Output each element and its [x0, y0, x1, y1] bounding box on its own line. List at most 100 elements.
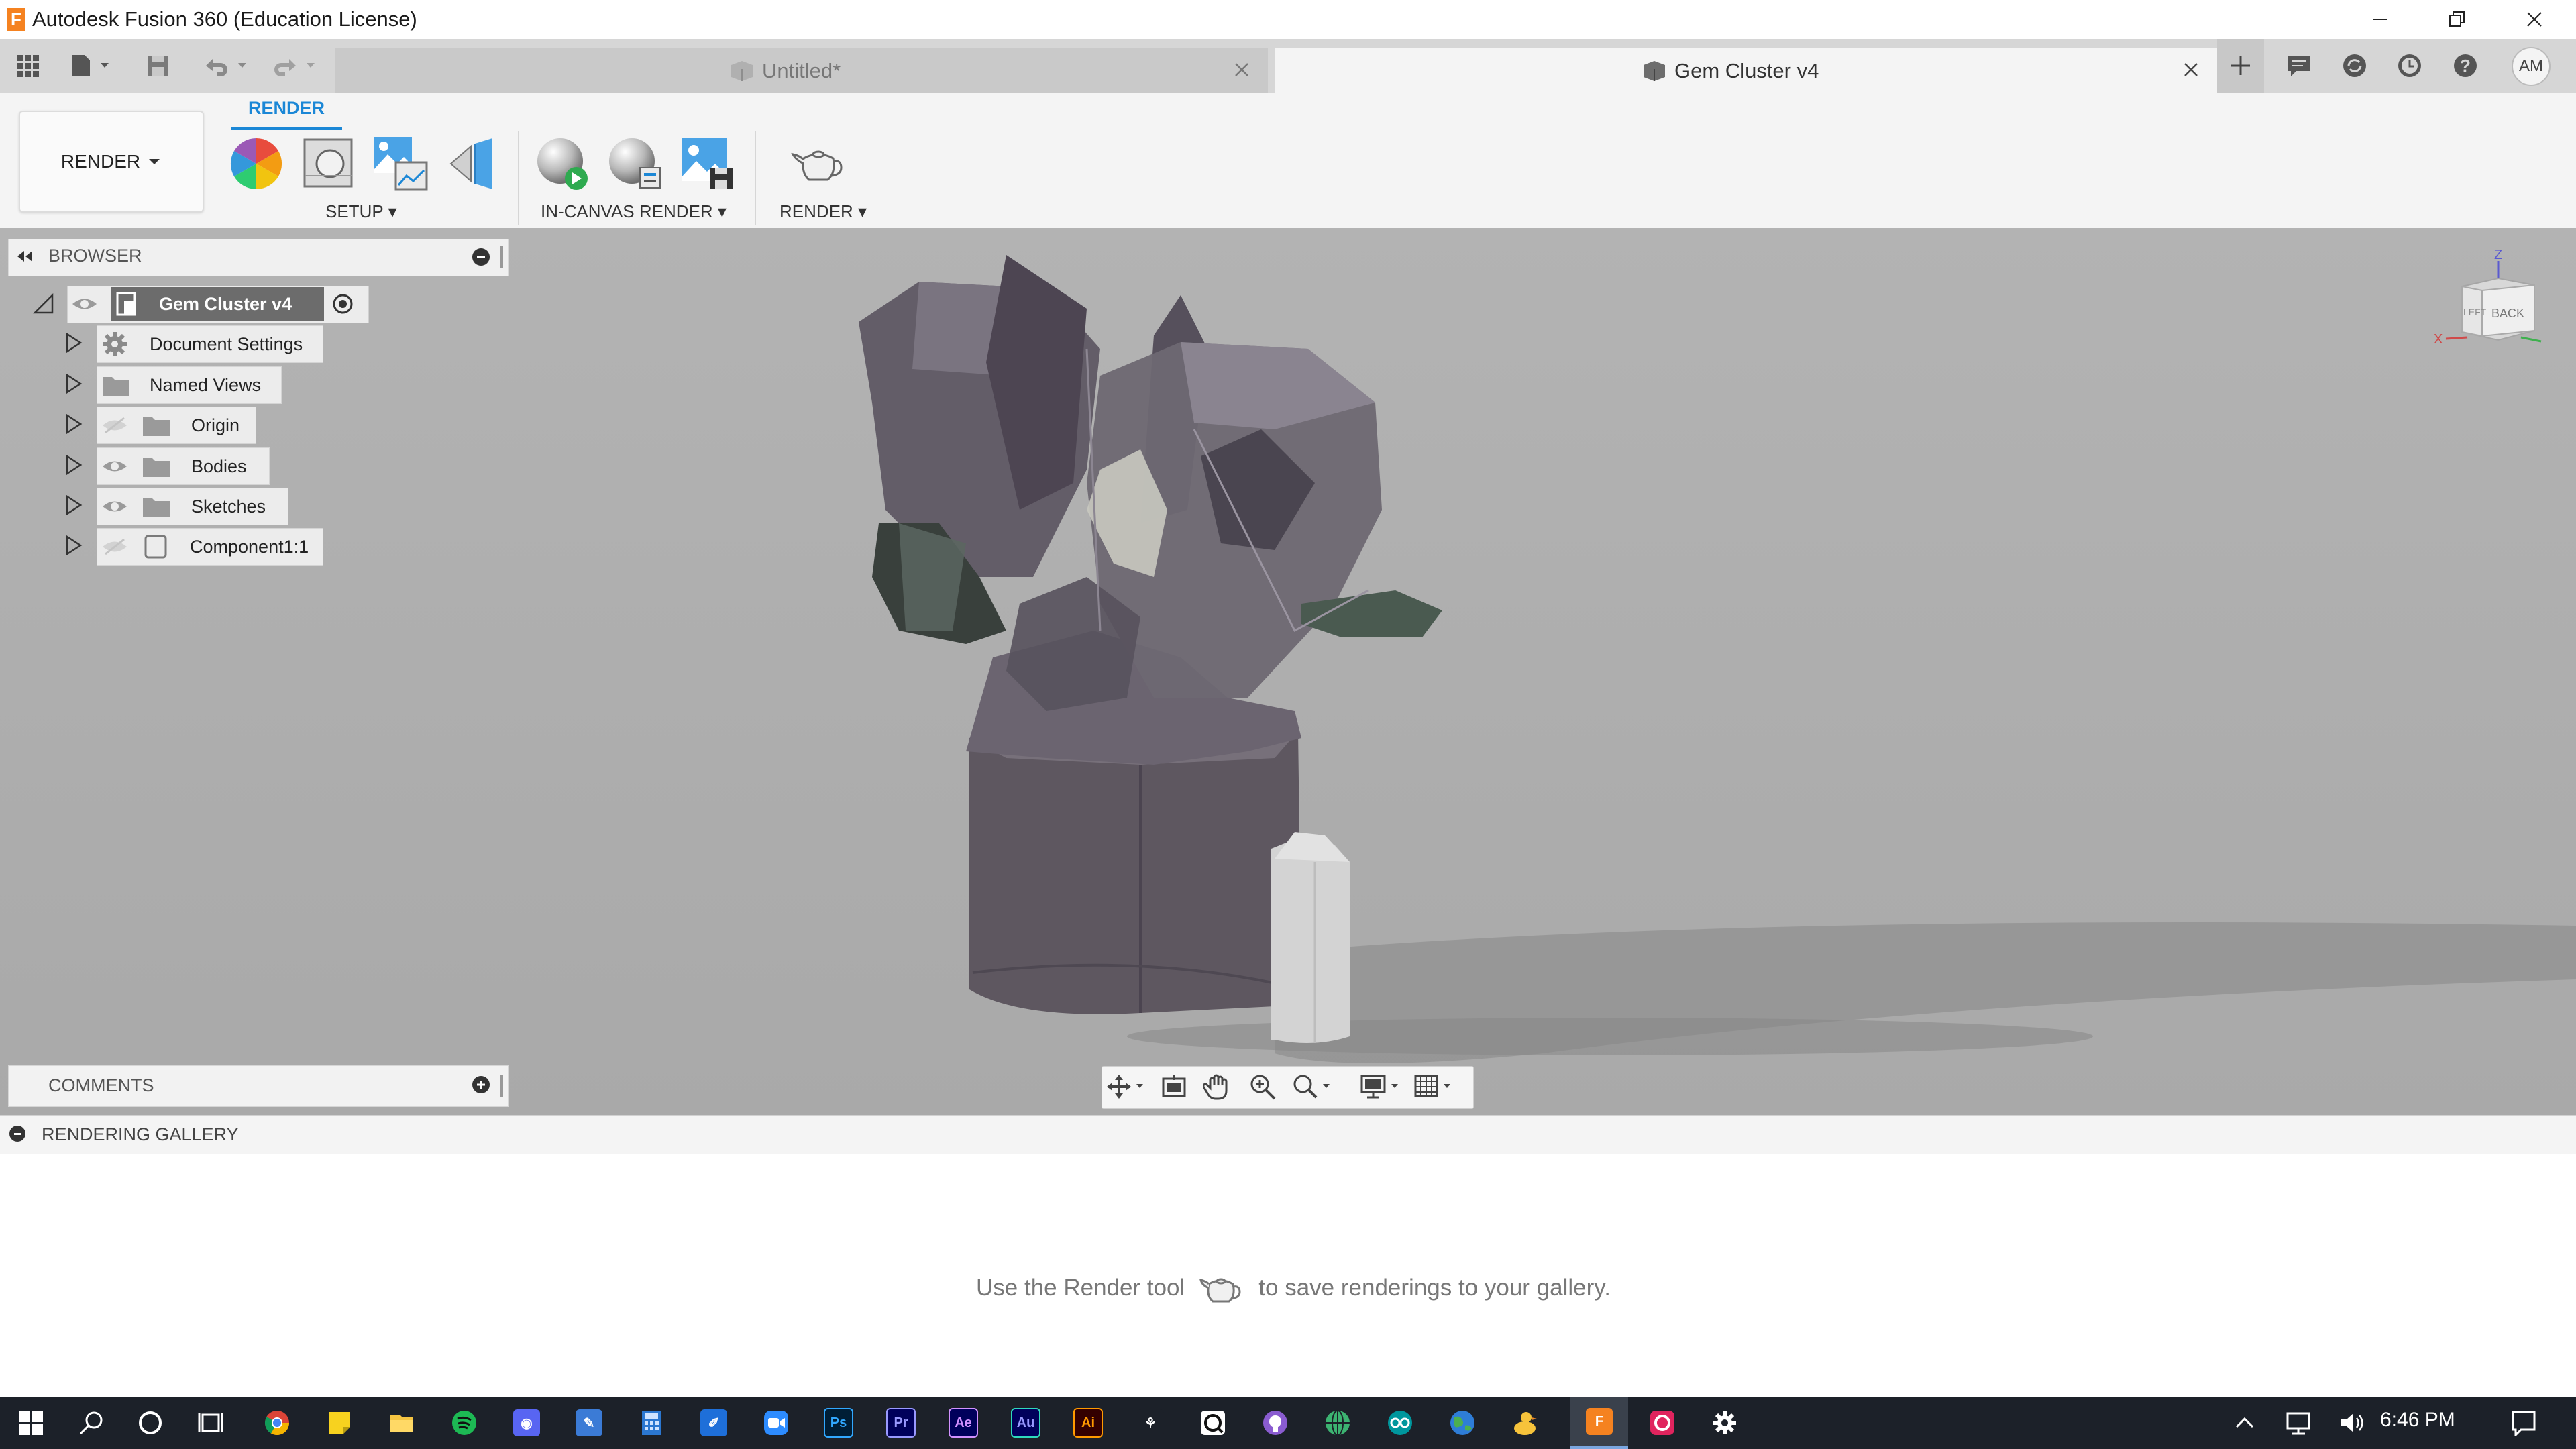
taskbar-app-github[interactable]	[1244, 1397, 1306, 1449]
taskbar-app-browser[interactable]	[1432, 1397, 1493, 1449]
taskbar-app-audition[interactable]: Au	[995, 1397, 1057, 1449]
tree-expander[interactable]	[63, 331, 83, 354]
canvas-viewport[interactable]	[0, 228, 2576, 1115]
task-view-button[interactable]	[180, 1397, 241, 1449]
visibility-eye-icon[interactable]	[101, 458, 128, 475]
close-button[interactable]	[2496, 0, 2573, 39]
tree-root-expander[interactable]	[32, 292, 55, 315]
file-menu-button[interactable]	[64, 39, 117, 93]
taskbar-app-sketchbook[interactable]: ✐	[683, 1397, 745, 1449]
data-panel-button[interactable]	[7, 39, 48, 93]
tab-render[interactable]: RENDER	[231, 98, 342, 119]
taskbar-app-camera[interactable]	[1182, 1397, 1244, 1449]
taskbar-app-spotify[interactable]	[433, 1397, 495, 1449]
in-canvas-render-settings-button[interactable]	[605, 134, 664, 193]
taskbar-app-photoshop[interactable]: Ps	[808, 1397, 869, 1449]
taskbar-clock[interactable]: 6:46 PM	[2380, 1409, 2455, 1432]
render-button[interactable]	[789, 134, 848, 193]
tab-untitled[interactable]: Untitled*	[335, 48, 1268, 93]
close-tab-icon[interactable]	[1230, 58, 1253, 81]
taskbar-app-calculator[interactable]	[621, 1397, 682, 1449]
pan-button[interactable]	[1203, 1072, 1233, 1102]
workspace-selector[interactable]: RENDER	[19, 111, 204, 213]
visibility-eye-icon[interactable]	[101, 498, 128, 515]
save-button[interactable]	[138, 39, 178, 93]
taskbar-app-creative-cloud[interactable]	[1631, 1397, 1693, 1449]
hidden-eye-icon[interactable]	[101, 417, 128, 434]
cortana-button[interactable]	[119, 1397, 181, 1449]
taskbar-app-settings[interactable]	[1694, 1397, 1756, 1449]
gem-cluster-model[interactable]	[0, 228, 2576, 1115]
taskbar-app-acrobat[interactable]: ⚘	[1120, 1397, 1181, 1449]
viewcube[interactable]: Z X BACK LEFT	[2434, 248, 2548, 352]
viewcube-face-back[interactable]: BACK	[2491, 307, 2524, 321]
look-at-button[interactable]	[1159, 1073, 1189, 1100]
taskbar-app-file-explorer[interactable]	[371, 1397, 433, 1449]
collapse-browser-button[interactable]	[15, 248, 35, 264]
gallery-collapse-button[interactable]	[9, 1126, 25, 1142]
tree-expander[interactable]	[63, 453, 83, 476]
tree-item-named-views[interactable]: Named Views	[97, 366, 282, 404]
minimize-button[interactable]	[2341, 0, 2418, 39]
in-canvas-render-button[interactable]	[533, 134, 592, 193]
notifications-button[interactable]	[2275, 39, 2322, 93]
tree-expander[interactable]	[63, 494, 83, 517]
viewcube-face-left[interactable]: LEFT	[2463, 307, 2486, 317]
grid-settings-button[interactable]	[1413, 1072, 1456, 1102]
tree-expander[interactable]	[63, 413, 83, 435]
taskbar-app-zoom[interactable]	[745, 1397, 807, 1449]
help-button[interactable]: ?	[2442, 39, 2489, 93]
taskbar-app-arduino[interactable]	[1369, 1397, 1431, 1449]
zoom-button[interactable]	[1248, 1072, 1277, 1102]
tree-expander[interactable]	[63, 534, 83, 557]
tree-item-origin[interactable]: Origin	[97, 407, 256, 444]
orbit-button[interactable]	[1106, 1073, 1146, 1100]
history-button[interactable]	[2386, 39, 2433, 93]
volume-button[interactable]	[2325, 1397, 2379, 1449]
appearance-button[interactable]	[227, 134, 286, 193]
tree-item-document-settings[interactable]: Document Settings	[97, 325, 323, 363]
display-settings-button[interactable]	[1359, 1072, 1402, 1102]
taskbar-app-fusion[interactable]: F	[1570, 1397, 1628, 1449]
visibility-eye-icon[interactable]	[71, 295, 98, 313]
in-canvas-render-group-label[interactable]: IN-CANVAS RENDER ▾	[541, 201, 727, 222]
texture-map-button[interactable]	[372, 134, 431, 193]
add-comment-button[interactable]	[472, 1076, 490, 1093]
tab-gem-cluster[interactable]: Gem Cluster v4	[1275, 48, 2217, 93]
tree-item-component[interactable]: Component1:1	[97, 528, 323, 566]
close-tab-icon[interactable]	[2180, 58, 2202, 81]
start-button[interactable]	[0, 1397, 62, 1449]
action-center-button[interactable]	[2490, 1397, 2557, 1449]
panel-grip[interactable]	[500, 246, 503, 268]
taskbar-app-web[interactable]	[1307, 1397, 1368, 1449]
tree-item-sketches[interactable]: Sketches	[97, 488, 288, 525]
taskbar-app-premiere[interactable]: Pr	[870, 1397, 932, 1449]
taskbar-app-paint[interactable]: ✎	[558, 1397, 620, 1449]
tree-root-label-box[interactable]: Gem Cluster v4	[111, 287, 324, 321]
hidden-eye-icon[interactable]	[101, 538, 128, 555]
tree-item-bodies[interactable]: Bodies	[97, 447, 270, 485]
capture-image-button[interactable]	[678, 134, 737, 193]
undo-button[interactable]	[195, 39, 255, 93]
new-tab-button[interactable]	[2217, 39, 2264, 93]
restore-button[interactable]	[2418, 0, 2496, 39]
activate-component-radio[interactable]	[331, 292, 354, 315]
account-avatar[interactable]: AM	[2512, 47, 2551, 86]
search-button[interactable]	[60, 1397, 122, 1449]
show-hidden-icons-button[interactable]	[2218, 1397, 2271, 1449]
redo-button[interactable]	[263, 39, 323, 93]
taskbar-app-after-effects[interactable]: Ae	[932, 1397, 994, 1449]
render-group-label[interactable]: RENDER ▾	[780, 201, 867, 222]
panel-grip[interactable]	[500, 1075, 503, 1097]
network-button[interactable]	[2271, 1397, 2325, 1449]
fit-button[interactable]	[1291, 1072, 1334, 1102]
browser-minimize-button[interactable]	[472, 248, 490, 266]
setup-group-label[interactable]: SETUP ▾	[325, 201, 397, 222]
taskbar-app-illustrator[interactable]: Ai	[1057, 1397, 1119, 1449]
decal-button[interactable]	[444, 134, 503, 193]
tree-expander[interactable]	[63, 372, 83, 395]
taskbar-app-chrome[interactable]	[246, 1397, 308, 1449]
taskbar-app-sticky-notes[interactable]	[309, 1397, 370, 1449]
job-status-button[interactable]	[2331, 39, 2378, 93]
taskbar-app-discord[interactable]: ◉	[496, 1397, 557, 1449]
